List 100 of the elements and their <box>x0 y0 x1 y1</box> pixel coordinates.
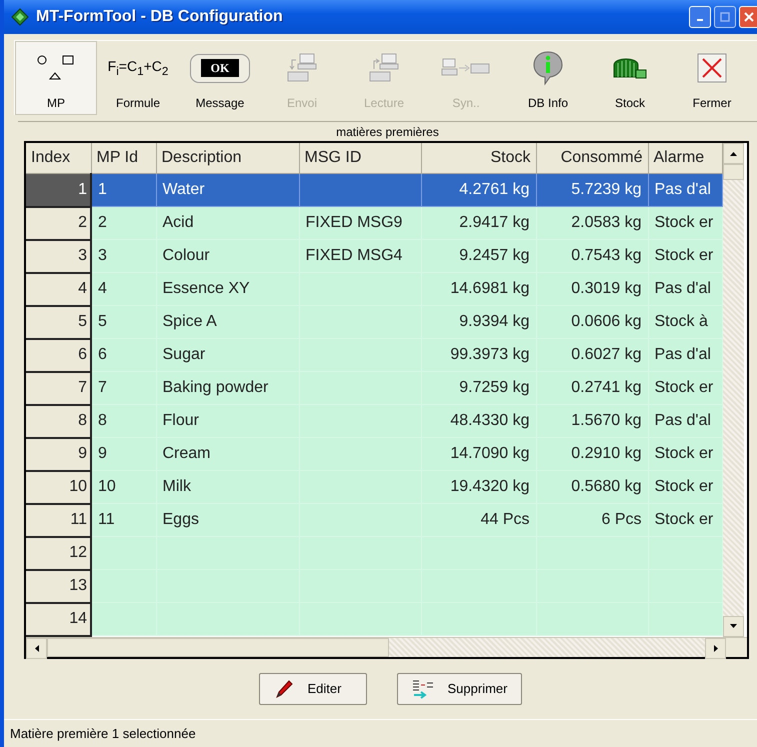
column-header[interactable]: Description <box>156 143 299 174</box>
scroll-down-button[interactable] <box>722 616 744 636</box>
table-cell: 5.7239 kg <box>536 174 648 206</box>
row-header[interactable]: 10 <box>26 470 91 504</box>
table-cell: 2.9417 kg <box>421 206 536 240</box>
scroll-up-button[interactable] <box>722 143 744 164</box>
toolbar-button[interactable]: DB Info <box>507 41 589 115</box>
scroll-right-button[interactable] <box>705 638 726 658</box>
table-cell: Pas d'al <box>648 174 722 206</box>
table-cell: Stock er <box>648 438 722 470</box>
table-cell: 5 <box>91 306 156 338</box>
table-cell: 6 Pcs <box>536 504 648 536</box>
formula-text: F$_{i}$=C$_{1}$+C$_{2}$ <box>108 58 168 78</box>
down-arrow-icon <box>730 624 736 628</box>
row-header[interactable]: 6 <box>26 338 91 372</box>
table-cell: Stock er <box>648 504 722 536</box>
table-cell: Pas d'al <box>648 272 722 306</box>
table-cell: FIXED MSG4 <box>299 240 421 272</box>
table-cell: Flour <box>156 404 299 438</box>
table-cell: Milk <box>156 470 299 504</box>
table-cell: 9.9394 kg <box>421 306 536 338</box>
column-header[interactable]: Alarme <box>648 143 722 174</box>
maximize-button[interactable] <box>714 6 736 28</box>
row-header[interactable]: 3 <box>26 240 91 272</box>
pen-icon <box>274 678 294 698</box>
table-cell: 99.3973 kg <box>421 338 536 372</box>
table-cell: Pas d'al <box>648 404 722 438</box>
table-cell: 4.2761 kg <box>421 174 536 206</box>
left-arrow-icon <box>34 644 38 652</box>
row-header[interactable]: 14 <box>26 602 91 636</box>
table-cell: Sugar <box>156 338 299 372</box>
column-header[interactable]: MP Id <box>91 143 156 174</box>
table-cell: Stock à <box>648 306 722 338</box>
close-icon <box>744 12 754 22</box>
toolbar-button[interactable]: OK Message <box>179 41 261 115</box>
info-icon <box>532 50 564 86</box>
horizontal-scrollbar[interactable] <box>26 636 747 656</box>
table-cell: 19.4320 kg <box>421 470 536 504</box>
table-cell: Essence XY <box>156 272 299 306</box>
table-cell: 2 <box>91 206 156 240</box>
table-cell: 7 <box>91 372 156 404</box>
close-icon <box>697 53 727 83</box>
row-header[interactable]: 11 <box>26 504 91 536</box>
toolbar-button[interactable]: Fermer <box>671 41 753 115</box>
scroll-left-button[interactable] <box>26 638 47 658</box>
table-cell: Colour <box>156 240 299 272</box>
row-header[interactable]: 7 <box>26 372 91 404</box>
maximize-icon <box>720 12 730 22</box>
vertical-scrollbar[interactable] <box>722 143 744 636</box>
table-cell: 48.4330 kg <box>421 404 536 438</box>
table-cell: 0.6027 kg <box>536 338 648 372</box>
row-header[interactable]: 2 <box>26 206 91 240</box>
table-cell: 6 <box>91 338 156 372</box>
minimize-button[interactable] <box>689 6 711 28</box>
table-cell: 44 Pcs <box>421 504 536 536</box>
row-header[interactable]: 5 <box>26 306 91 338</box>
table-cell: 0.7543 kg <box>536 240 648 272</box>
row-header[interactable]: 13 <box>26 570 91 602</box>
column-header[interactable]: Stock <box>421 143 536 174</box>
column-header[interactable]: Index <box>26 143 91 174</box>
table-cell: 0.5680 kg <box>536 470 648 504</box>
table-cell: Stock er <box>648 206 722 240</box>
table-cell: 1 <box>91 174 156 206</box>
table-cell: Stock er <box>648 470 722 504</box>
row-header[interactable]: 12 <box>26 536 91 570</box>
table-cell: Stock er <box>648 240 722 272</box>
table-cell: 10 <box>91 470 156 504</box>
scroll-thumb[interactable] <box>47 638 389 656</box>
table-cell: 9 <box>91 438 156 470</box>
list-remove-icon <box>412 678 434 698</box>
message-icon: OK <box>190 54 250 82</box>
app-icon <box>10 7 30 27</box>
edit-button[interactable]: Editer <box>258 672 367 704</box>
row-header[interactable]: 8 <box>26 404 91 438</box>
table-cell: Eggs <box>156 504 299 536</box>
row-header[interactable]: 4 <box>26 272 91 306</box>
delete-button[interactable]: Supprimer <box>396 672 522 704</box>
right-arrow-icon <box>714 644 718 652</box>
toolbar-button[interactable]: F$_{i}$=C$_{1}$+C$_{2}$ Formule <box>97 41 179 115</box>
up-arrow-icon <box>730 152 736 156</box>
table-cell: 2.0583 kg <box>536 206 648 240</box>
table-caption: matières premières <box>18 121 757 139</box>
table-cell: 8 <box>91 404 156 438</box>
toolbar-button[interactable]: MP <box>15 41 97 115</box>
column-header[interactable]: MSG ID <box>299 143 421 174</box>
table-cell: FIXED MSG9 <box>299 206 421 240</box>
row-header[interactable]: 1 <box>26 174 91 206</box>
table-cell: Acid <box>156 206 299 240</box>
scroll-thumb[interactable] <box>722 164 744 180</box>
status-bar: Matière première 1 selectionnée <box>4 719 757 747</box>
row-header[interactable]: 9 <box>26 438 91 470</box>
toolbar-button[interactable]: Stock <box>589 41 671 115</box>
window-title: MT-FormTool - DB Configuration <box>36 8 284 26</box>
table-cell: 9.7259 kg <box>421 372 536 404</box>
table-cell: 0.3019 kg <box>536 272 648 306</box>
table-cell: Pas d'al <box>648 338 722 372</box>
table-cell: 0.2910 kg <box>536 438 648 470</box>
column-header[interactable]: Consommé <box>536 143 648 174</box>
table-cell: Baking powder <box>156 372 299 404</box>
close-button[interactable] <box>739 6 757 28</box>
